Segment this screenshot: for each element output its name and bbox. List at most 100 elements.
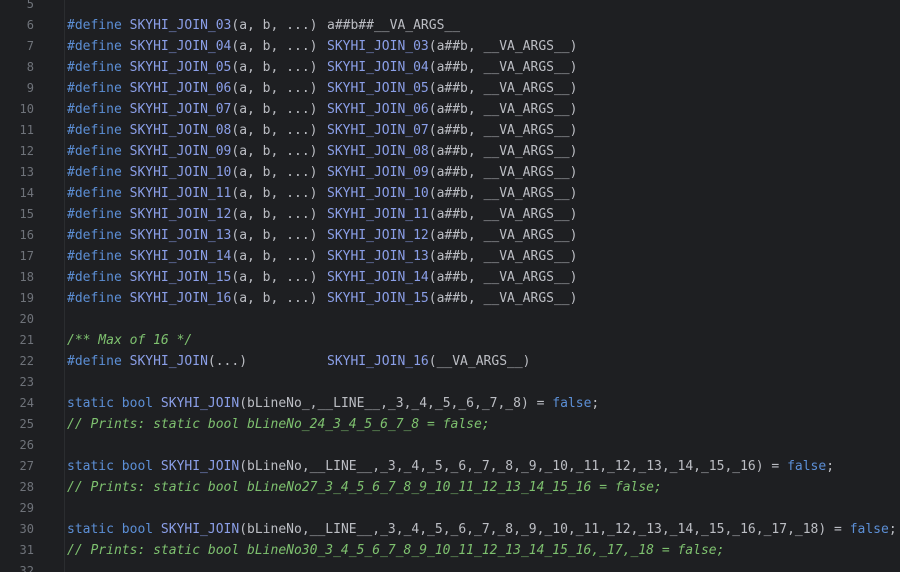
code-text: #define SKYHI_JOIN_07(a, b, ...) <box>67 99 317 120</box>
token-kw: #define <box>67 39 130 54</box>
token-kw: false <box>787 459 827 474</box>
code-line[interactable]: 28 // Prints: static bool bLineNo27_3_4_5… <box>0 477 900 498</box>
token-txt: (bLineNo_,__LINE__,_3,_4,_5,_6,_7,_8) = <box>239 396 553 411</box>
code-line[interactable]: 9 #define SKYHI_JOIN_06(a, b, ...) SKYHI_J… <box>0 78 900 99</box>
code-line[interactable]: 15 #define SKYHI_JOIN_12(a, b, ...) SKYHI_… <box>0 204 900 225</box>
code-line[interactable]: 30 static bool SKYHI_JOIN(bLineNo,__LINE_… <box>0 519 900 540</box>
token-txt: (bLineNo,__LINE__,_3,_4,_5,_6,_7,_8,_9,_… <box>239 459 788 474</box>
token-txt: (a##b, __VA_ARGS__) <box>428 249 578 264</box>
line-number: 14 <box>19 186 34 200</box>
token-mac: SKYHI_JOIN_07 <box>327 123 429 138</box>
token-mac: SKYHI_JOIN_10 <box>327 186 429 201</box>
code-line[interactable]: 8 #define SKYHI_JOIN_05(a, b, ...) SKYHI_J… <box>0 57 900 78</box>
token-txt: (a, b, ...) <box>231 291 318 306</box>
token-mac: SKYHI_JOIN_06 <box>129 81 232 96</box>
token-txt: (a, b, ...) <box>231 123 318 138</box>
code-line[interactable]: 26 <box>0 435 900 456</box>
code-line[interactable]: 31 // Prints: static bool bLineNo30_3_4_5… <box>0 540 900 561</box>
code-line[interactable]: 32 <box>0 561 900 572</box>
token-mac: SKYHI_JOIN <box>160 459 240 474</box>
token-mac: SKYHI_JOIN_08 <box>327 144 429 159</box>
code-text: #define SKYHI_JOIN_15(a, b, ...) <box>67 267 317 288</box>
token-txt: (a##b, __VA_ARGS__) <box>428 60 578 75</box>
code-text: static bool SKYHI_JOIN(bLineNo,__LINE__,… <box>67 519 897 540</box>
code-line[interactable]: 16 #define SKYHI_JOIN_13(a, b, ...) SKYHI_… <box>0 225 900 246</box>
code-line[interactable]: 27 static bool SKYHI_JOIN(bLineNo,__LINE_… <box>0 456 900 477</box>
token-mac: SKYHI_JOIN_03 <box>327 39 429 54</box>
token-kw: #define <box>67 249 130 264</box>
token-txt: (a##b, __VA_ARGS__) <box>428 123 578 138</box>
line-number: 5 <box>26 0 34 11</box>
token-mac: SKYHI_JOIN_14 <box>129 249 232 264</box>
code-text: #define SKYHI_JOIN_10(a, b, ...) <box>67 162 317 183</box>
token-mac: SKYHI_JOIN_08 <box>129 123 232 138</box>
code-line[interactable]: 14 #define SKYHI_JOIN_11(a, b, ...) SKYHI_… <box>0 183 900 204</box>
line-number: 28 <box>19 480 34 494</box>
code-line[interactable]: 10 #define SKYHI_JOIN_07(a, b, ...) SKYHI_… <box>0 99 900 120</box>
token-mac: SKYHI_JOIN_05 <box>327 81 429 96</box>
token-kw: #define <box>67 123 130 138</box>
code-line[interactable]: 11 #define SKYHI_JOIN_08(a, b, ...) SKYHI_… <box>0 120 900 141</box>
token-txt: (a, b, ...) <box>231 39 318 54</box>
line-number: 11 <box>19 123 34 137</box>
code-editor[interactable]: 5 6 #define SKYHI_JOIN_03(a, b, ...) a##b##… <box>0 0 900 572</box>
code-line[interactable]: 21 /** Max of 16 */ <box>0 330 900 351</box>
line-number: 24 <box>19 396 34 410</box>
code-line[interactable]: 12 #define SKYHI_JOIN_09(a, b, ...) SKYHI_… <box>0 141 900 162</box>
token-kw: static bool <box>67 459 161 474</box>
macro-replacement: SKYHI_JOIN_07(a##b, __VA_ARGS__) <box>327 120 577 141</box>
token-kw: #define <box>67 18 130 33</box>
token-mac: SKYHI_JOIN_15 <box>327 291 429 306</box>
code-line[interactable]: 5 <box>0 0 900 15</box>
token-mac: SKYHI_JOIN_16 <box>129 291 232 306</box>
code-line[interactable]: 24 static bool SKYHI_JOIN(bLineNo_,__LINE… <box>0 393 900 414</box>
code-text: // Prints: static bool bLineNo27_3_4_5_6… <box>67 477 662 498</box>
token-txt: (a, b, ...) <box>231 18 318 33</box>
token-txt: (a, b, ...) <box>231 102 318 117</box>
code-line[interactable]: 20 <box>0 309 900 330</box>
code-text: /** Max of 16 */ <box>67 330 192 351</box>
code-line[interactable]: 22 #define SKYHI_JOIN(...) SKYHI_JOIN_16(_… <box>0 351 900 372</box>
line-number: 25 <box>19 417 34 431</box>
code-text: // Prints: static bool bLineNo_24_3_4_5_… <box>67 414 490 435</box>
token-txt: (a, b, ...) <box>231 207 318 222</box>
line-number: 22 <box>19 354 34 368</box>
code-line[interactable]: 29 <box>0 498 900 519</box>
token-txt: (a##b, __VA_ARGS__) <box>428 270 578 285</box>
code-line[interactable]: 17 #define SKYHI_JOIN_14(a, b, ...) SKYHI_… <box>0 246 900 267</box>
line-number: 31 <box>19 543 34 557</box>
code-line[interactable]: 19 #define SKYHI_JOIN_16(a, b, ...) SKYHI_… <box>0 288 900 309</box>
token-cmt: // Prints: static bool bLineNo_24_3_4_5_… <box>67 417 490 432</box>
token-mac: SKYHI_JOIN_14 <box>327 270 429 285</box>
token-txt: (a, b, ...) <box>231 228 318 243</box>
code-text: #define SKYHI_JOIN_05(a, b, ...) <box>67 57 317 78</box>
macro-replacement: SKYHI_JOIN_10(a##b, __VA_ARGS__) <box>327 183 577 204</box>
macro-replacement: a##b##__VA_ARGS__ <box>327 15 460 36</box>
line-number: 26 <box>19 438 34 452</box>
code-line[interactable]: 7 #define SKYHI_JOIN_04(a, b, ...) SKYHI_J… <box>0 36 900 57</box>
macro-replacement: SKYHI_JOIN_08(a##b, __VA_ARGS__) <box>327 141 577 162</box>
macro-replacement: SKYHI_JOIN_14(a##b, __VA_ARGS__) <box>327 267 577 288</box>
code-line[interactable]: 6 #define SKYHI_JOIN_03(a, b, ...) a##b##_… <box>0 15 900 36</box>
macro-replacement: SKYHI_JOIN_11(a##b, __VA_ARGS__) <box>327 204 577 225</box>
token-kw: #define <box>67 291 130 306</box>
code-line[interactable]: 13 #define SKYHI_JOIN_10(a, b, ...) SKYHI_… <box>0 162 900 183</box>
line-number: 10 <box>19 102 34 116</box>
line-number: 27 <box>19 459 34 473</box>
macro-replacement: SKYHI_JOIN_05(a##b, __VA_ARGS__) <box>327 78 577 99</box>
token-kw: false <box>849 522 889 537</box>
token-mac: SKYHI_JOIN_12 <box>327 228 429 243</box>
code-line[interactable]: 23 <box>0 372 900 393</box>
line-number: 19 <box>19 291 34 305</box>
token-mac: SKYHI_JOIN <box>129 354 208 369</box>
token-cmt: // Prints: static bool bLineNo30_3_4_5_6… <box>67 543 725 558</box>
code-text: #define SKYHI_JOIN_08(a, b, ...) <box>67 120 317 141</box>
token-mac: SKYHI_JOIN_05 <box>129 60 232 75</box>
code-line[interactable]: 25 // Prints: static bool bLineNo_24_3_4_… <box>0 414 900 435</box>
token-mac: SKYHI_JOIN <box>160 396 240 411</box>
token-txt: (a, b, ...) <box>231 81 318 96</box>
token-mac: SKYHI_JOIN_09 <box>129 144 232 159</box>
code-text: // Prints: static bool bLineNo30_3_4_5_6… <box>67 540 724 561</box>
code-text: #define SKYHI_JOIN_04(a, b, ...) <box>67 36 317 57</box>
code-line[interactable]: 18 #define SKYHI_JOIN_15(a, b, ...) SKYHI_… <box>0 267 900 288</box>
